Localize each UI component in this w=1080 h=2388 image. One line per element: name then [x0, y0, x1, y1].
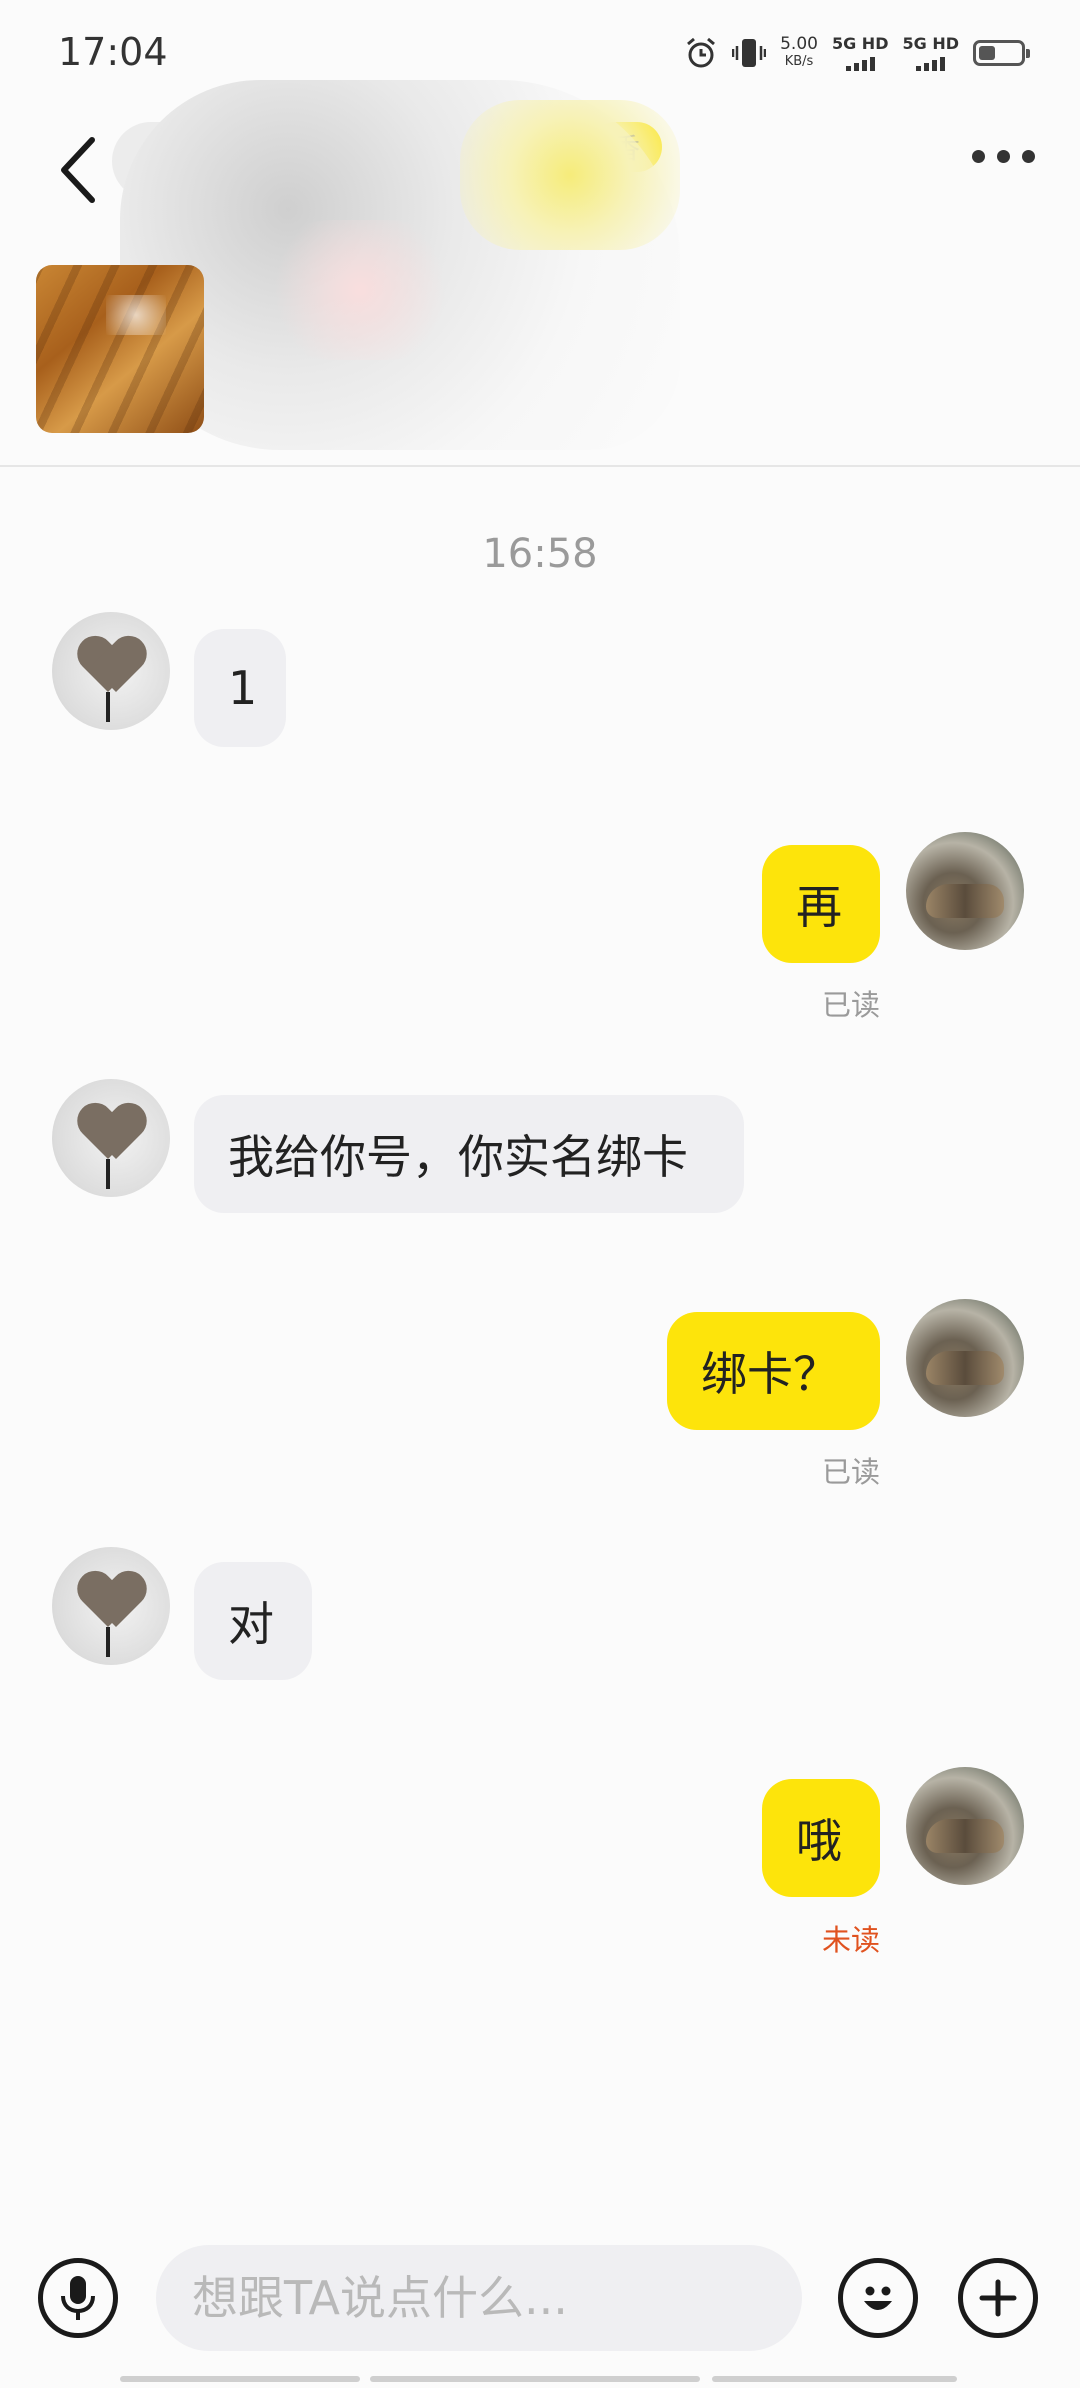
avatar-other[interactable] — [52, 612, 170, 730]
net-speed-unit: KB/s — [784, 53, 814, 69]
status-time: 17:04 — [58, 30, 168, 74]
status-icons: 5.00 KB/s 5G HD 5G HD — [684, 33, 1030, 71]
signal-icon — [916, 55, 946, 71]
signal-sim2: 5G HD — [902, 34, 959, 71]
microphone-icon — [61, 2276, 95, 2320]
alarm-icon — [687, 37, 716, 67]
message-bubble-self[interactable]: 哦 — [762, 1779, 880, 1897]
message-bubble-self[interactable]: 再 — [762, 845, 880, 963]
avatar-other[interactable] — [52, 1079, 170, 1197]
chat-timestamp: 16:58 — [482, 531, 598, 577]
unread-status: 未读 — [822, 1923, 881, 1957]
emoji-icon — [864, 2286, 892, 2310]
read-status: 已读 — [822, 988, 881, 1022]
nav-indicator — [370, 2376, 700, 2382]
message-text: 再 — [796, 880, 842, 934]
message-text: 哦 — [796, 1814, 842, 1868]
net-speed: 5.00 KB/s — [780, 33, 818, 70]
plus-icon — [979, 2279, 1017, 2317]
input-bar — [0, 2220, 1080, 2388]
plus-button[interactable] — [958, 2258, 1038, 2338]
message-text: 1 — [228, 661, 258, 715]
net-speed-value: 5.00 — [780, 33, 818, 54]
sim1-label: 5G HD — [831, 34, 889, 53]
redaction-blur-yellow — [460, 100, 680, 250]
sim2-label: 5G HD — [902, 34, 959, 53]
nav-indicator — [120, 2376, 360, 2382]
message-bubble-other[interactable]: 对 — [194, 1562, 312, 1680]
message-bubble-other[interactable]: 1 — [194, 629, 286, 747]
avatar-self[interactable] — [906, 832, 1024, 950]
battery-icon — [973, 39, 1030, 66]
battery-fill — [979, 45, 995, 60]
more-options-icon[interactable] — [972, 150, 1035, 163]
message-bubble-other[interactable]: 我给你号，你实名绑卡 — [194, 1095, 744, 1213]
chat-header: 3 香 — [0, 80, 1080, 467]
product-thumbnail[interactable] — [36, 265, 204, 433]
read-status: 已读 — [822, 1455, 881, 1489]
message-text: 对 — [228, 1597, 274, 1651]
message-bubble-self[interactable]: 绑卡？ — [667, 1312, 880, 1430]
redaction-blur-pink — [260, 220, 460, 360]
avatar-self[interactable] — [906, 1299, 1024, 1417]
message-input[interactable] — [156, 2245, 802, 2351]
voice-button[interactable] — [38, 2258, 118, 2338]
message-text: 绑卡？ — [701, 1347, 839, 1401]
avatar-self[interactable] — [906, 1767, 1024, 1885]
signal-icon — [845, 55, 875, 71]
nav-indicator — [712, 2376, 957, 2382]
signal-sim1: 5G HD — [831, 34, 889, 71]
back-arrow-icon[interactable] — [50, 130, 110, 210]
avatar-other[interactable] — [52, 1547, 170, 1665]
vibrate-icon — [732, 38, 767, 67]
emoji-button[interactable] — [838, 2258, 918, 2338]
message-text: 我给你号，你实名绑卡 — [228, 1130, 688, 1184]
